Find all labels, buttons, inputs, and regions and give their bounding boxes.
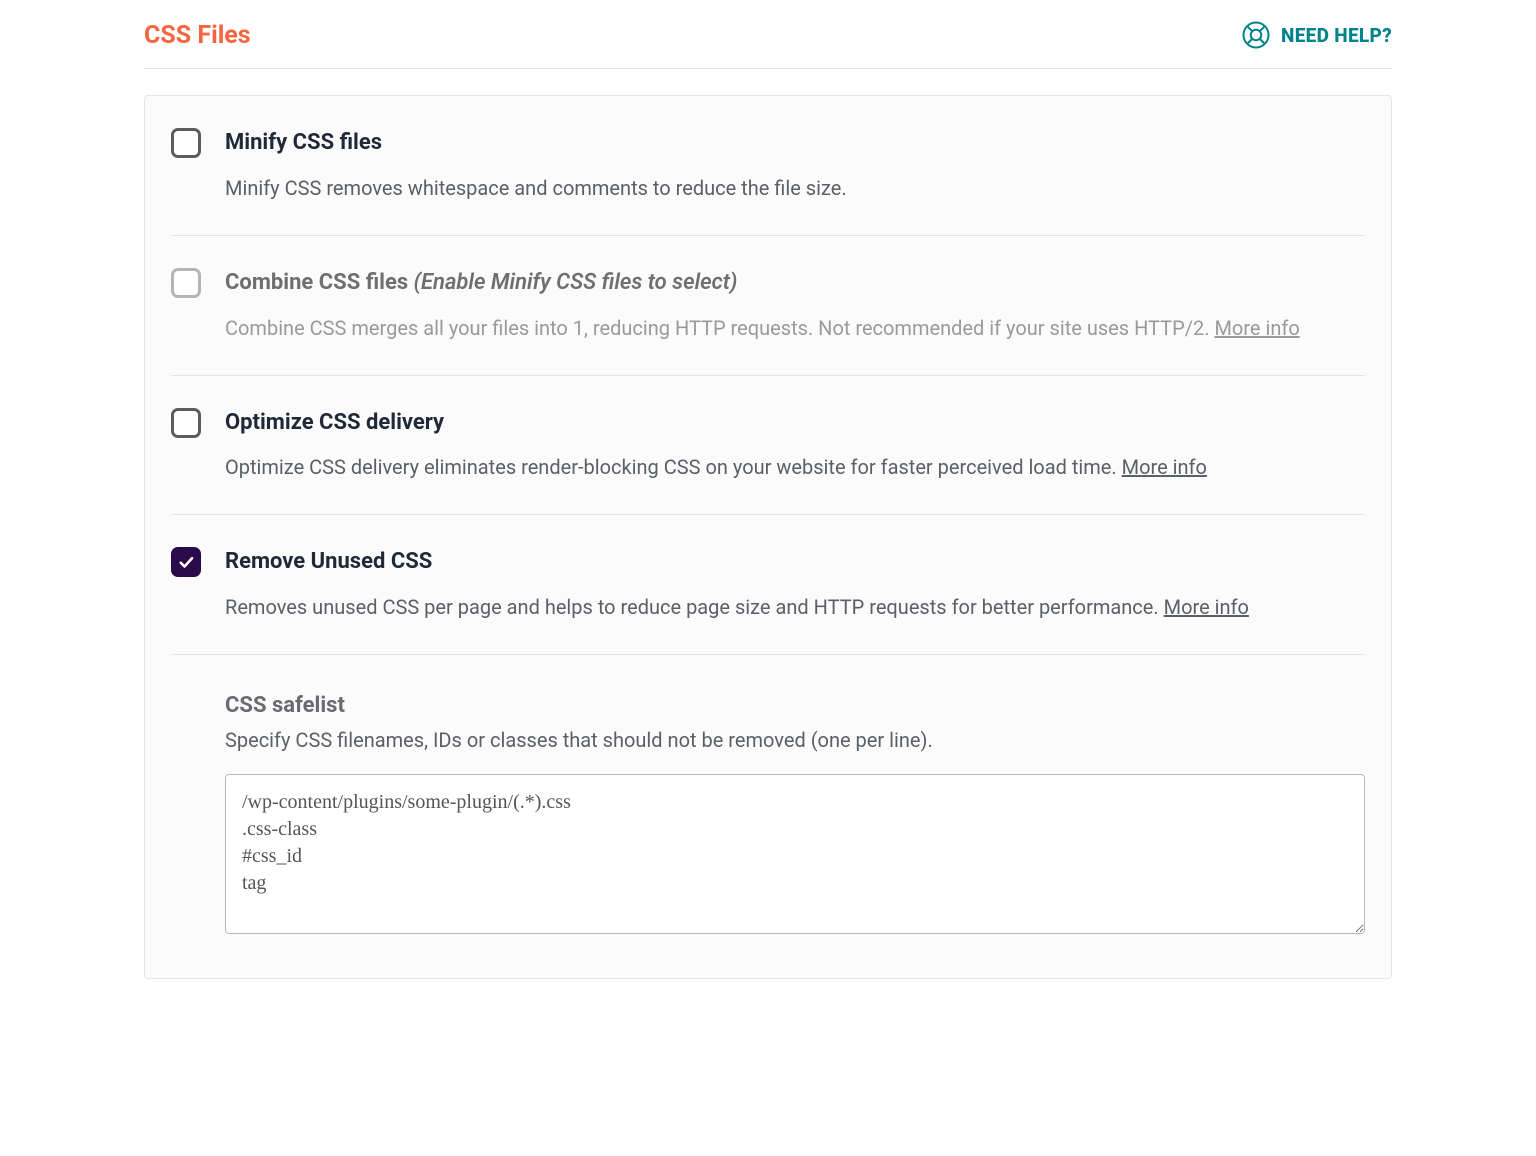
- option-combine-css: Combine CSS files (Enable Minify CSS fil…: [171, 236, 1365, 376]
- css-safelist-section: CSS safelist Specify CSS filenames, IDs …: [171, 655, 1365, 978]
- combine-css-checkbox: [171, 268, 201, 298]
- option-minify-css: Minify CSS files Minify CSS removes whit…: [171, 96, 1365, 236]
- minify-css-checkbox[interactable]: [171, 128, 201, 158]
- checkmark-icon: [177, 553, 195, 571]
- optimize-delivery-title: Optimize CSS delivery: [225, 408, 1365, 439]
- need-help-link[interactable]: NEED HELP?: [1241, 20, 1392, 50]
- section-title: CSS Files: [144, 21, 251, 50]
- help-lifebuoy-icon: [1241, 20, 1271, 50]
- css-safelist-title: CSS safelist: [225, 693, 1365, 718]
- option-remove-unused-css: Remove Unused CSS Removes unused CSS per…: [171, 515, 1365, 654]
- remove-unused-css-checkbox[interactable]: [171, 547, 201, 577]
- remove-unused-css-desc: Removes unused CSS per page and helps to…: [225, 592, 1365, 622]
- combine-css-desc: Combine CSS merges all your files into 1…: [225, 313, 1365, 343]
- remove-unused-css-more-info-link[interactable]: More info: [1164, 595, 1249, 619]
- optimize-delivery-more-info-link[interactable]: More info: [1122, 455, 1207, 479]
- section-header: CSS Files NEED HELP?: [144, 20, 1392, 69]
- css-safelist-textarea[interactable]: [225, 774, 1365, 934]
- need-help-label: NEED HELP?: [1281, 24, 1392, 47]
- option-optimize-delivery: Optimize CSS delivery Optimize CSS deliv…: [171, 376, 1365, 516]
- minify-css-title: Minify CSS files: [225, 128, 1365, 159]
- css-safelist-desc: Specify CSS filenames, IDs or classes th…: [225, 728, 1365, 752]
- combine-css-more-info-link[interactable]: More info: [1214, 316, 1299, 340]
- minify-css-desc: Minify CSS removes whitespace and commen…: [225, 173, 1365, 203]
- remove-unused-css-title: Remove Unused CSS: [225, 547, 1365, 578]
- css-files-panel: Minify CSS files Minify CSS removes whit…: [144, 95, 1392, 979]
- combine-css-title: Combine CSS files (Enable Minify CSS fil…: [225, 268, 1365, 299]
- optimize-delivery-desc: Optimize CSS delivery eliminates render-…: [225, 452, 1365, 482]
- optimize-delivery-checkbox[interactable]: [171, 408, 201, 438]
